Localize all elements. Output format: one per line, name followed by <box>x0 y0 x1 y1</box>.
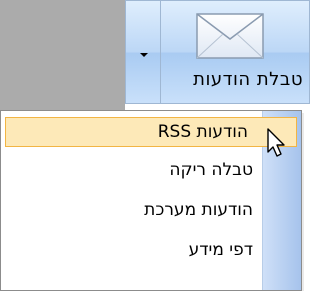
menu-item-empty-table[interactable]: טבלה ריקה <box>1 155 263 185</box>
background-area <box>0 0 125 112</box>
menu-item-info-pages[interactable]: דפי מידע <box>1 235 263 265</box>
envelope-icon <box>196 13 264 59</box>
dropdown-menu: הודעות RSS טבלה ריקה הודעות מערכת דפי מי… <box>0 110 302 291</box>
mouse-cursor-icon <box>267 128 285 157</box>
message-table-button-label[interactable]: טבלת הודעות <box>193 69 303 90</box>
message-table-split-button[interactable]: טבלת הודעות <box>125 0 310 104</box>
menu-item-system-messages[interactable]: הודעות מערכת <box>1 195 263 225</box>
menu-item-rss-messages[interactable]: הודעות RSS <box>5 117 297 147</box>
dropdown-toggle[interactable] <box>126 1 161 103</box>
dropdown-arrow-icon[interactable] <box>140 53 148 57</box>
